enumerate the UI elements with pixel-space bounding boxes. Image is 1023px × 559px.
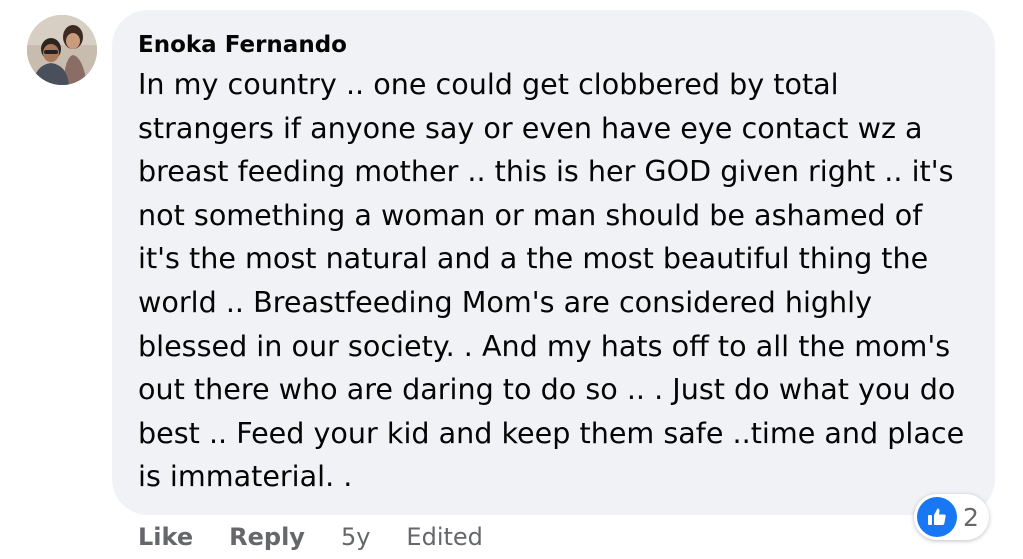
comment-text-line: world .. Breastfeeding Mom's are conside… [138,284,873,319]
comment-text-line: best .. Feed your kid and keep them safe… [138,415,965,450]
comment-actions: Like Reply 5y Edited [138,518,483,556]
edited-label[interactable]: Edited [406,523,482,551]
comment-text: In my country .. one could get clobbered… [138,63,969,499]
comment-text-line: strangers if anyone say or even have eye… [138,110,923,145]
reaction-count: 2 [963,502,979,532]
comment-author[interactable]: Enoka Fernando [138,30,969,60]
comment-text-line: it's the most natural and a the most bea… [138,241,929,276]
comment-text-line: is immaterial. . [138,459,353,494]
reaction-summary[interactable]: 2 [914,494,989,540]
comment-text-line: blessed in our society. . And my hats of… [138,328,951,363]
avatar[interactable] [27,15,97,85]
comment-text-line: breast feeding mother .. this is her GOD… [138,154,954,189]
comment-text-line: In my country .. one could get clobbered… [138,67,839,101]
comment-bubble: Enoka Fernando In my country .. one coul… [112,10,995,515]
thumbs-up-icon [917,497,957,537]
timestamp-link[interactable]: 5y [341,523,370,551]
reply-button[interactable]: Reply [229,523,305,551]
comment-text-line: out there who are daring to do so .. . J… [138,372,956,407]
comment-text-line: not something a woman or man should be a… [138,197,923,232]
like-button[interactable]: Like [138,523,193,551]
user-avatar-photo [27,15,97,85]
